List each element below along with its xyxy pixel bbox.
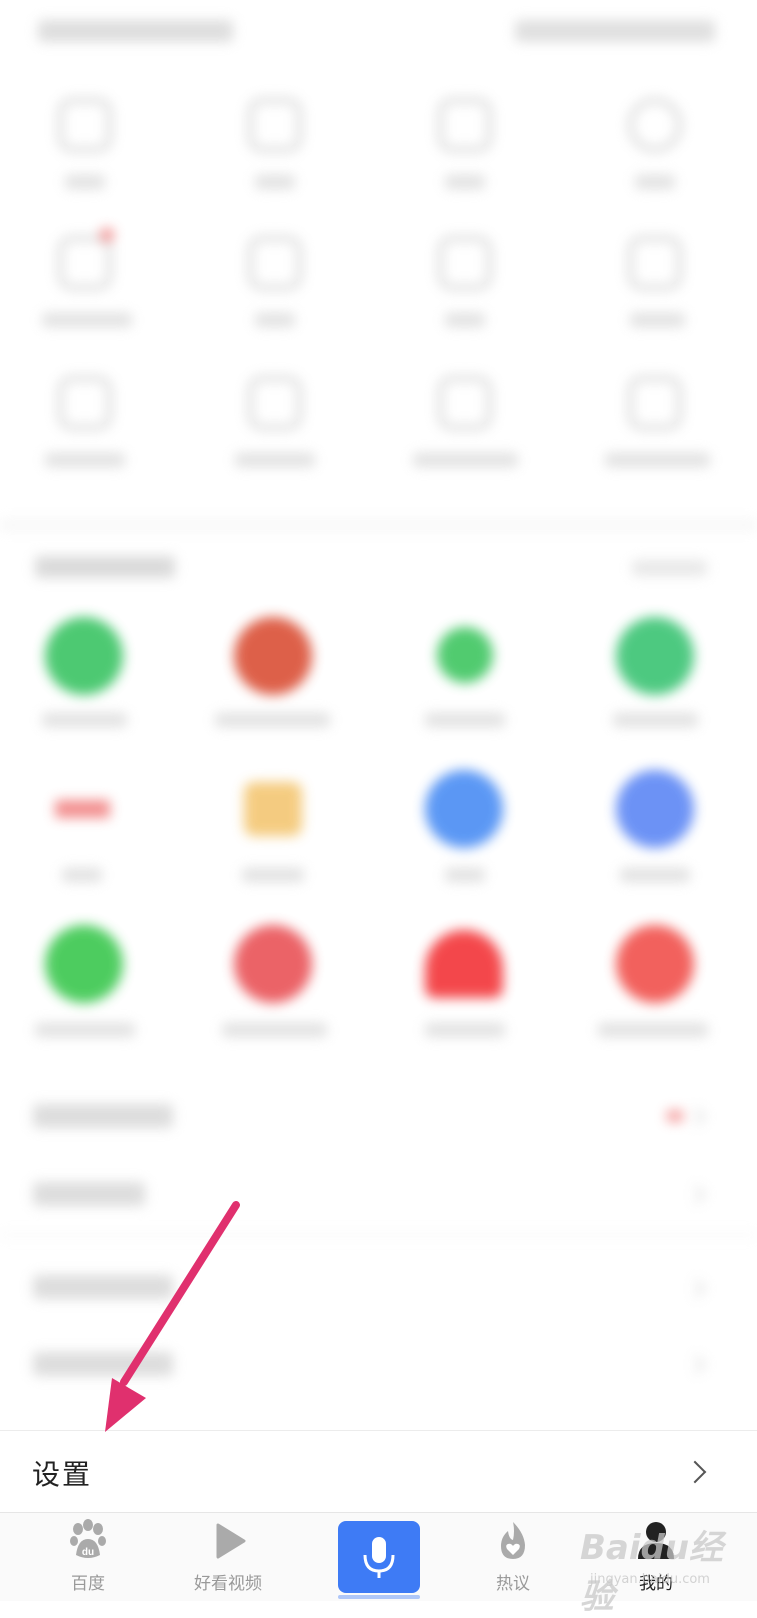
watermark-url: jingyan.baidu.com <box>590 1572 710 1587</box>
nav-label: 好看视频 <box>194 1574 262 1594</box>
nav-item-hot-discussion[interactable]: 热议 <box>453 1513 573 1601</box>
arrow-head <box>105 1378 146 1432</box>
nav-item-baidu[interactable]: du 百度 <box>28 1513 148 1601</box>
paw-icon: du <box>70 1519 106 1558</box>
microphone-icon <box>363 1537 395 1578</box>
arrow-shaft <box>120 1201 240 1386</box>
voice-search-button[interactable] <box>338 1521 420 1599</box>
watermark: Baidu经验 <box>580 1528 724 1617</box>
mic-indicator <box>338 1595 420 1599</box>
annotation-arrow <box>105 1201 240 1432</box>
nav-label: 热议 <box>496 1574 530 1594</box>
flame-icon <box>501 1522 525 1559</box>
nav-item-haokan-video[interactable]: 好看视频 <box>168 1513 288 1601</box>
play-icon <box>216 1523 246 1559</box>
baidu-logo-text: du <box>82 1547 94 1558</box>
nav-label: 百度 <box>71 1574 105 1594</box>
